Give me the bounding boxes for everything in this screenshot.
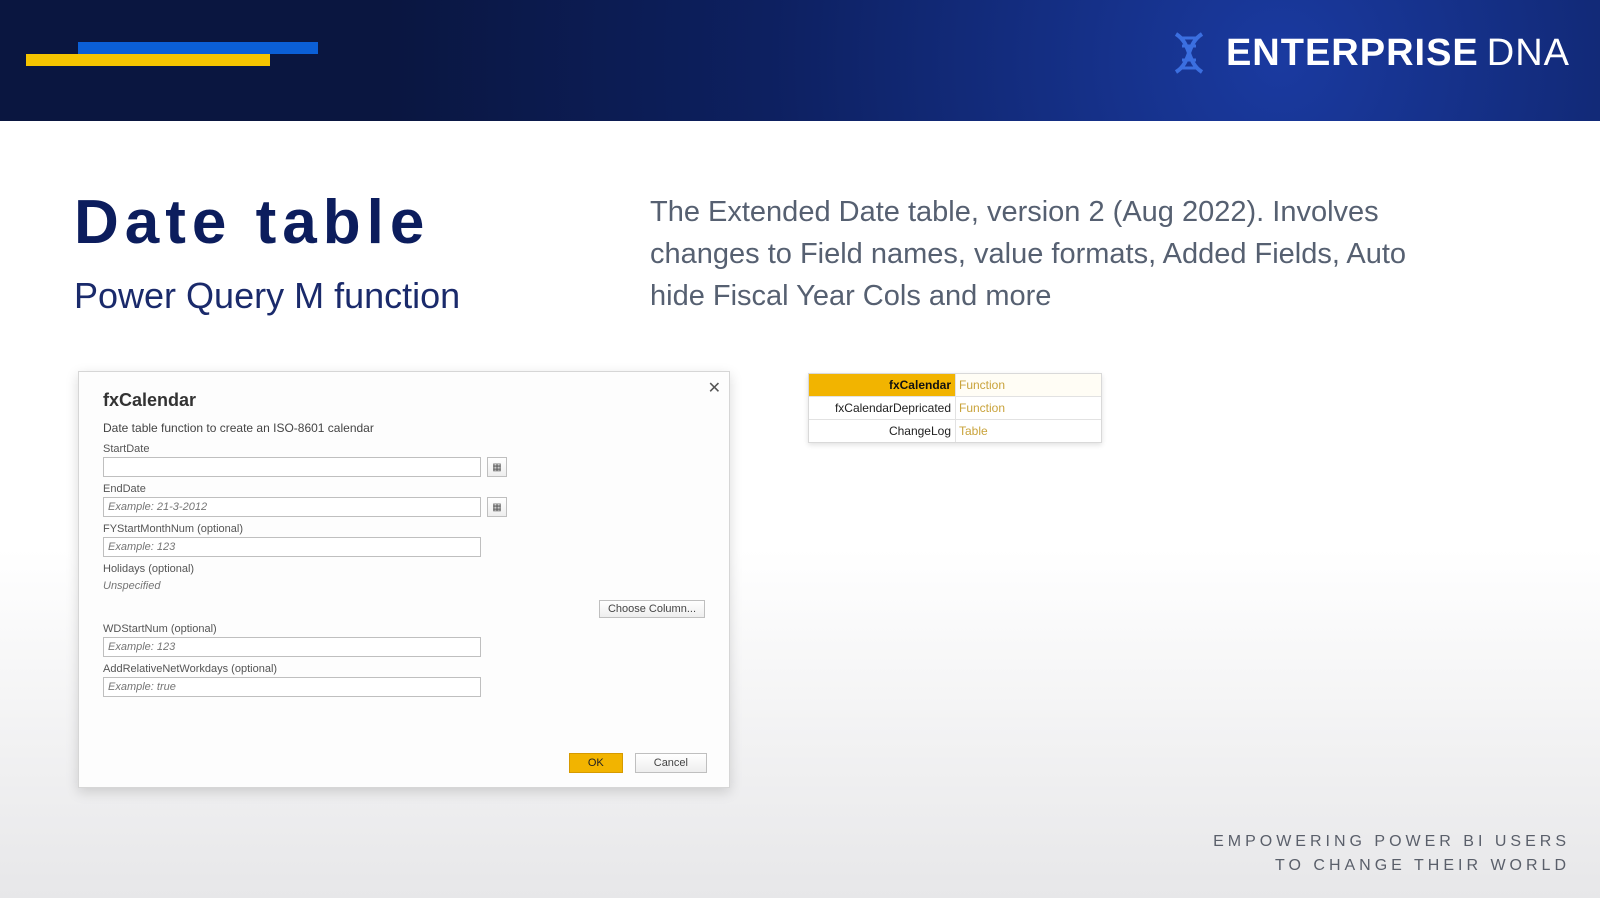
query-type: Table (956, 420, 1101, 442)
brand-name-1: ENTERPRISE (1226, 32, 1479, 74)
decor-bar-yellow (26, 54, 270, 66)
wdstart-input[interactable] (103, 637, 481, 657)
dialog-description: Date table function to create an ISO-860… (103, 421, 705, 435)
queries-table: fxCalendar Function fxCalendarDepricated… (808, 373, 1102, 443)
dialog-title: fxCalendar (103, 390, 705, 411)
footer-tagline: EMPOWERING POWER BI USERS TO CHANGE THEI… (1213, 830, 1570, 878)
query-name: fxCalendarDepricated (809, 397, 956, 419)
top-banner: ENTERPRISEDNA (0, 0, 1600, 121)
wdstart-label: WDStartNum (optional) (103, 623, 705, 635)
startdate-label: StartDate (103, 443, 705, 455)
choose-column-button[interactable]: Choose Column... (599, 600, 705, 618)
calendar-icon[interactable]: ▦ (487, 497, 507, 517)
cancel-button[interactable]: Cancel (635, 753, 707, 773)
tagline-line-2: TO CHANGE THEIR WORLD (1213, 854, 1570, 878)
addrel-label: AddRelativeNetWorkdays (optional) (103, 663, 705, 675)
page-title: Date table (74, 187, 430, 258)
brand-logo: ENTERPRISEDNA (1166, 30, 1570, 76)
fxcalendar-dialog: ✕ fxCalendar Date table function to crea… (78, 371, 730, 788)
page-description: The Extended Date table, version 2 (Aug … (650, 191, 1410, 317)
brand-text: ENTERPRISEDNA (1226, 32, 1570, 75)
enddate-input[interactable] (103, 497, 481, 517)
fystart-label: FYStartMonthNum (optional) (103, 523, 705, 535)
query-row[interactable]: fxCalendarDepricated Function (809, 397, 1101, 420)
calendar-icon[interactable]: ▦ (487, 457, 507, 477)
query-type: Function (956, 397, 1101, 419)
holidays-input[interactable] (103, 577, 250, 595)
fystart-input[interactable] (103, 537, 481, 557)
addrel-input[interactable] (103, 677, 481, 697)
query-type: Function (956, 374, 1101, 396)
tagline-line-1: EMPOWERING POWER BI USERS (1213, 830, 1570, 854)
holidays-label: Holidays (optional) (103, 563, 705, 575)
ok-button[interactable]: OK (569, 753, 623, 773)
query-name: ChangeLog (809, 420, 956, 442)
slide-content: Date table Power Query M function The Ex… (0, 121, 1600, 898)
brand-name-2: DNA (1487, 32, 1570, 74)
dna-icon (1166, 30, 1212, 76)
query-row[interactable]: fxCalendar Function (809, 374, 1101, 397)
decor-bar-blue (78, 42, 318, 54)
query-name: fxCalendar (809, 374, 956, 396)
close-icon[interactable]: ✕ (708, 378, 721, 398)
enddate-label: EndDate (103, 483, 705, 495)
page-subtitle: Power Query M function (74, 275, 460, 317)
startdate-input[interactable] (103, 457, 481, 477)
query-row[interactable]: ChangeLog Table (809, 420, 1101, 442)
